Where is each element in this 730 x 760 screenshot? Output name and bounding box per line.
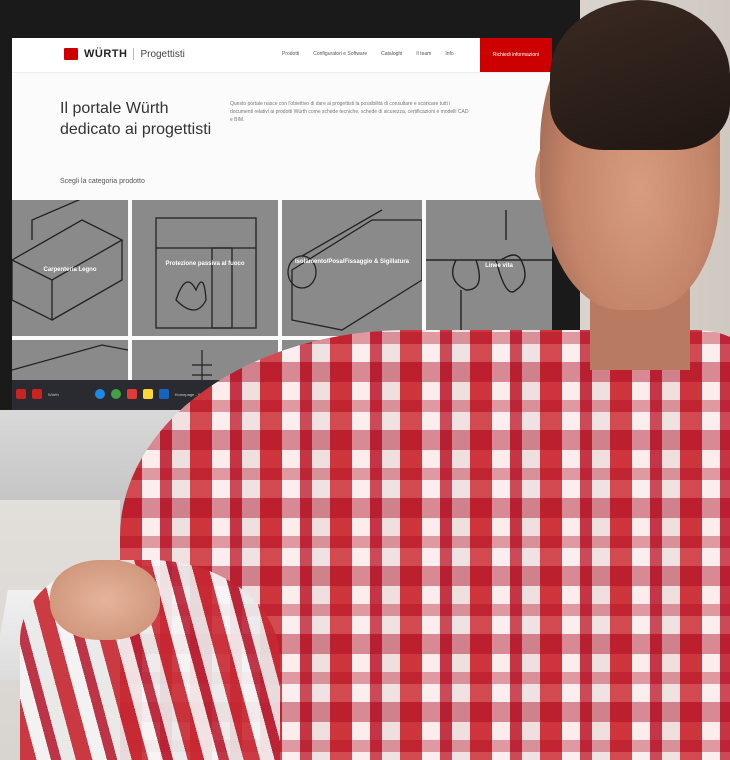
site-header: WÜRTH Progettisti Prodotti Configuratori… <box>12 38 552 73</box>
logo-divider <box>133 48 135 60</box>
logo[interactable]: WÜRTH Progettisti <box>64 48 185 60</box>
category-tile-isolamento[interactable]: Isolamento/Posa/Fissaggio & Sigillatura <box>282 200 422 336</box>
tile-label: Linee vita <box>485 263 513 269</box>
main-nav: Prodotti Configuratori e Software Catalo… <box>282 51 454 57</box>
hand <box>50 560 160 640</box>
hero-text: Questo portale nasce con l'obiettivo di … <box>230 101 469 123</box>
logo-subtitle: Progettisti <box>140 48 185 60</box>
category-tile-carpenteria[interactable]: Carpenteria Legno <box>12 200 128 336</box>
hair <box>550 0 730 150</box>
chrome-icon[interactable] <box>110 389 121 399</box>
browser-icon[interactable] <box>158 389 169 399</box>
nav-item-cataloghi[interactable]: Cataloghi <box>381 51 402 57</box>
tile-label: Protezione passiva al fuoco <box>165 261 245 267</box>
wurth-app-icon[interactable] <box>32 389 42 399</box>
roll-illustration <box>287 209 422 331</box>
tile-label: Isolamento/Posa/Fissaggio & Sigillatura <box>294 259 410 265</box>
folder-icon[interactable] <box>142 389 153 399</box>
app-icon[interactable] <box>16 389 26 399</box>
nav-item-info[interactable]: Info <box>445 51 453 57</box>
category-section-label: Scegli la categoria prodotto <box>60 178 145 185</box>
nav-item-prodotti[interactable]: Prodotti <box>282 51 299 57</box>
taskbar-label[interactable]: Würth <box>48 392 59 397</box>
category-tile-fuoco[interactable]: Protezione passiva al fuoco <box>132 200 278 336</box>
wurth-logo-icon <box>64 48 78 60</box>
logo-text: WÜRTH <box>84 48 128 60</box>
nav-item-team[interactable]: Il team <box>416 51 431 57</box>
edge-icon[interactable] <box>94 389 105 399</box>
app-icon[interactable] <box>126 389 137 399</box>
cta-button[interactable]: Richiedi informazioni <box>480 38 552 72</box>
fire-protection-illustration <box>155 217 257 329</box>
nav-item-configuratori[interactable]: Configuratori e Software <box>313 51 367 57</box>
hero-title: Il portale Würth dedicato ai progettisti <box>60 100 212 138</box>
category-tile-linee-vita[interactable]: Linee vita <box>426 200 552 336</box>
photo-scene: WÜRTH Progettisti Prodotti Configuratori… <box>0 0 730 760</box>
tile-label: Carpenteria Legno <box>43 267 97 273</box>
